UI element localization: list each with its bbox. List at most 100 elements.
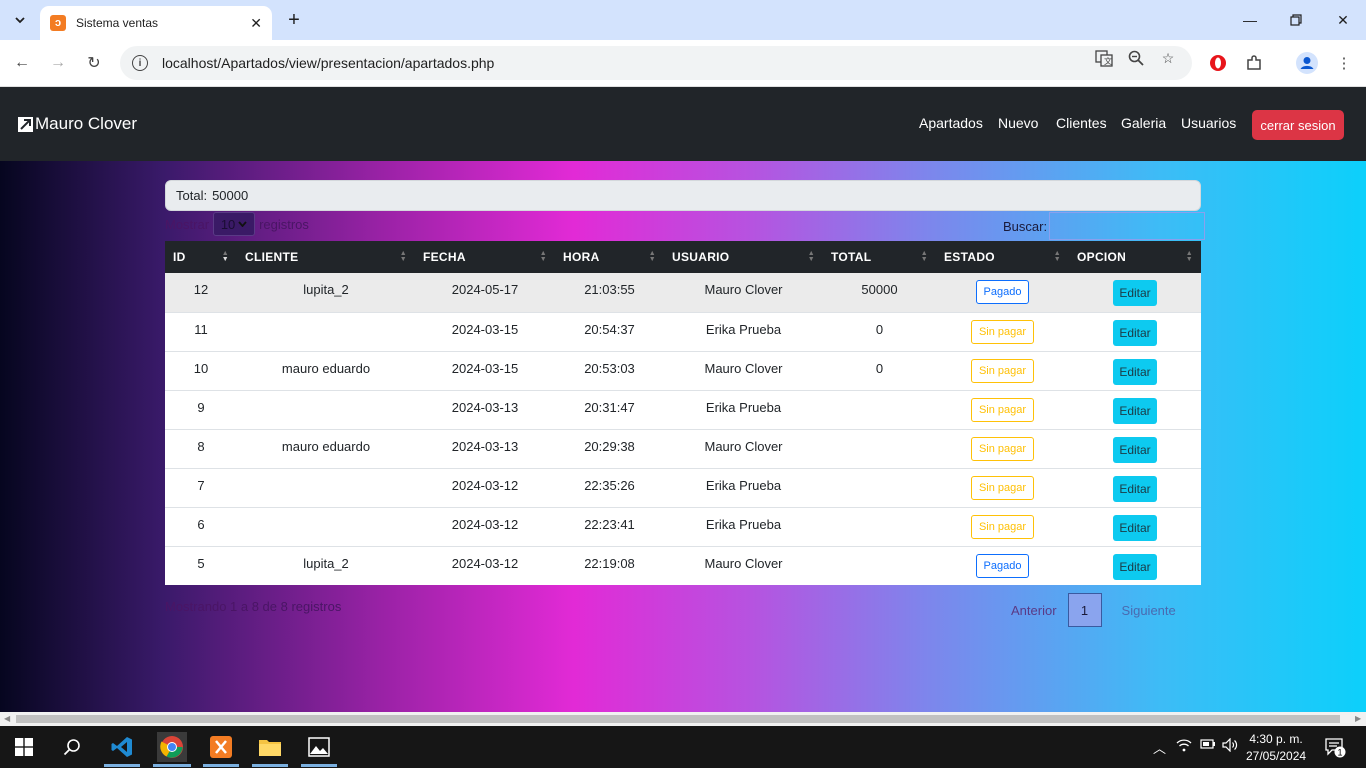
cell-hora: 20:54:37 bbox=[555, 311, 664, 351]
reload-icon[interactable]: ↻ bbox=[82, 51, 106, 75]
total-summary: Total: 50000 bbox=[165, 180, 1201, 211]
cell-usuario: Mauro Clover bbox=[664, 273, 823, 312]
cell-estado: Sin pagar bbox=[936, 428, 1069, 468]
xampp-active-indicator bbox=[203, 764, 239, 767]
browser-tab-bar: ↄ Sistema ventas ✕ + — ✕ bbox=[0, 0, 1366, 40]
url-text: localhost/Apartados/view/presentacion/ap… bbox=[162, 55, 495, 71]
tab-search-icon[interactable] bbox=[8, 8, 32, 32]
windows-start-icon[interactable] bbox=[9, 732, 39, 762]
restore-icon[interactable] bbox=[1284, 8, 1308, 32]
forward-icon[interactable]: → bbox=[46, 51, 70, 75]
bookmark-star-icon[interactable]: ☆ bbox=[1158, 48, 1178, 68]
chrome-icon[interactable] bbox=[157, 732, 187, 762]
cell-total bbox=[823, 545, 936, 585]
edit-button[interactable]: Editar bbox=[1113, 514, 1157, 541]
edit-button[interactable]: Editar bbox=[1113, 553, 1157, 580]
nav-clientes[interactable]: Clientes bbox=[1056, 115, 1107, 131]
edit-button[interactable]: Editar bbox=[1113, 475, 1157, 502]
vscode-icon[interactable] bbox=[107, 732, 137, 762]
extensions-puzzle-icon[interactable] bbox=[1243, 52, 1265, 74]
pagination-next[interactable]: Siguiente bbox=[1122, 603, 1176, 618]
column-header-opcion[interactable]: OPCION ▲ ▼ bbox=[1069, 241, 1201, 273]
edit-button[interactable]: Editar bbox=[1113, 358, 1157, 385]
column-header-cliente[interactable]: CLIENTE ▲ ▼ bbox=[237, 241, 415, 273]
cell-estado: Sin pagar bbox=[936, 311, 1069, 351]
table-row: 9 2024-03-13 20:31:47 Erika Prueba Sin p… bbox=[165, 389, 1201, 429]
notifications-icon[interactable]: 1 bbox=[1324, 736, 1346, 761]
brand[interactable]: Mauro Clover bbox=[17, 114, 137, 134]
table-row: 6 2024-03-12 22:23:41 Erika Prueba Sin p… bbox=[165, 506, 1201, 546]
wifi-icon[interactable] bbox=[1176, 738, 1192, 755]
new-tab-icon[interactable]: + bbox=[282, 8, 306, 32]
cell-estado: Pagado bbox=[936, 545, 1069, 585]
translate-icon[interactable]: 文 bbox=[1094, 48, 1114, 68]
pagination-page-current[interactable]: 1 bbox=[1067, 593, 1102, 627]
edit-button[interactable]: Editar bbox=[1113, 436, 1157, 463]
column-header-hora[interactable]: HORA ▲ ▼ bbox=[555, 241, 664, 273]
column-header-fecha[interactable]: FECHA ▲ ▼ bbox=[415, 241, 555, 273]
cell-estado: Sin pagar bbox=[936, 389, 1069, 429]
cell-fecha: 2024-03-15 bbox=[415, 350, 555, 390]
nav-apartados[interactable]: Apartados bbox=[919, 115, 983, 131]
minimize-icon[interactable]: — bbox=[1238, 8, 1262, 32]
cell-id: 9 bbox=[165, 389, 237, 429]
cell-total bbox=[823, 389, 936, 429]
table-row: 5 lupita_2 2024-03-12 22:19:08 Mauro Clo… bbox=[165, 545, 1201, 585]
pagination: Anterior 1 Siguiente bbox=[1000, 593, 1176, 627]
cell-total: 0 bbox=[823, 350, 936, 390]
scroll-right-icon[interactable]: ▶ bbox=[1355, 714, 1361, 723]
search-icon[interactable] bbox=[57, 732, 87, 762]
edit-button[interactable]: Editar bbox=[1113, 397, 1157, 424]
cell-id: 6 bbox=[165, 506, 237, 546]
nav-nuevo[interactable]: Nuevo bbox=[998, 115, 1038, 131]
brand-name: Mauro Clover bbox=[35, 114, 138, 133]
close-tab-icon[interactable]: ✕ bbox=[250, 15, 262, 32]
cell-hora: 22:23:41 bbox=[555, 506, 664, 546]
column-header-estado[interactable]: ESTADO ▲ ▼ bbox=[936, 241, 1069, 273]
volume-icon[interactable] bbox=[1222, 737, 1238, 755]
column-header-total[interactable]: TOTAL ▲ ▼ bbox=[823, 241, 936, 273]
cell-opcion: Editar bbox=[1069, 428, 1201, 468]
file-explorer-icon[interactable] bbox=[255, 732, 285, 762]
browser-tab[interactable]: ↄ Sistema ventas ✕ bbox=[40, 6, 272, 40]
scroll-left-icon[interactable]: ◀ bbox=[4, 714, 10, 723]
cell-hora: 22:35:26 bbox=[555, 467, 664, 507]
table-row: 7 2024-03-12 22:35:26 Erika Prueba Sin p… bbox=[165, 467, 1201, 507]
column-header-id[interactable]: ID ▲ ▼ bbox=[165, 241, 237, 273]
edit-button[interactable]: Editar bbox=[1113, 319, 1157, 346]
nav-galeria[interactable]: Galeria bbox=[1121, 115, 1166, 131]
logout-button[interactable]: cerrar sesion bbox=[1252, 110, 1344, 140]
search-input[interactable] bbox=[1049, 212, 1206, 240]
cell-cliente: lupita_2 bbox=[237, 273, 415, 312]
back-icon[interactable]: ← bbox=[10, 51, 34, 75]
nav-usuarios[interactable]: Usuarios bbox=[1181, 115, 1236, 131]
pagination-previous[interactable]: Anterior bbox=[1011, 603, 1057, 618]
address-bar[interactable]: i localhost/Apartados/view/presentacion/… bbox=[120, 46, 1192, 80]
cell-id: 5 bbox=[165, 545, 237, 585]
horizontal-scrollbar[interactable]: ◀ ▶ bbox=[0, 712, 1366, 726]
table-search: Buscar: bbox=[1003, 212, 1206, 240]
column-header-usuario[interactable]: USUARIO ▲ ▼ bbox=[664, 241, 823, 273]
chevron-up-icon[interactable]: ︿ bbox=[1153, 738, 1166, 757]
scrollbar-thumb[interactable] bbox=[16, 715, 1340, 723]
cell-opcion: Editar bbox=[1069, 350, 1201, 390]
page-length-value: 10 bbox=[220, 216, 236, 232]
taskbar-clock[interactable]: 4:30 p. m. 27/05/2024 bbox=[1246, 731, 1306, 765]
battery-icon[interactable] bbox=[1200, 738, 1216, 753]
profile-avatar-icon[interactable] bbox=[1296, 52, 1318, 74]
browser-menu-icon[interactable]: ⋮ bbox=[1333, 52, 1355, 74]
zoom-icon[interactable] bbox=[1126, 48, 1146, 68]
cell-usuario: Erika Prueba bbox=[664, 506, 823, 546]
photos-icon[interactable] bbox=[304, 732, 334, 762]
cell-usuario: Erika Prueba bbox=[664, 389, 823, 429]
cell-cliente: mauro eduardo bbox=[237, 428, 415, 468]
xampp-icon[interactable] bbox=[206, 732, 236, 762]
sort-icon: ▲ ▼ bbox=[1053, 250, 1061, 263]
cell-usuario: Mauro Clover bbox=[664, 428, 823, 468]
opera-extension-icon[interactable] bbox=[1207, 52, 1229, 74]
close-window-icon[interactable]: ✕ bbox=[1331, 8, 1355, 32]
page-length-select[interactable]: 10 bbox=[213, 212, 256, 236]
site-info-icon[interactable]: i bbox=[132, 55, 148, 71]
edit-button[interactable]: Editar bbox=[1113, 280, 1157, 306]
app-navbar: Mauro Clover Apartados Nuevo Clientes Ga… bbox=[0, 87, 1366, 161]
